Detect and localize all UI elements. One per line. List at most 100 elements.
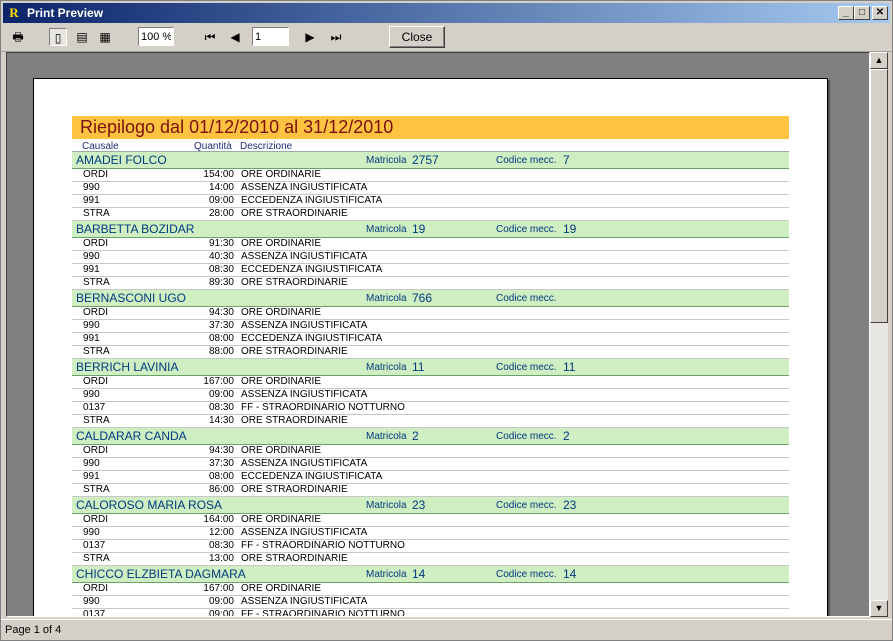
- matricola-value: 11: [412, 360, 425, 374]
- scroll-thumb[interactable]: [870, 69, 888, 323]
- last-page-button[interactable]: ⏭: [327, 28, 345, 46]
- employee-name: BERRICH LAVINIA: [76, 360, 179, 374]
- next-icon: ▶: [305, 30, 315, 44]
- status-bar: Page 1 of 4: [1, 619, 892, 640]
- causale-cell: STRA: [83, 346, 110, 357]
- codice-label: Codice mecc.: [496, 569, 557, 580]
- causale-cell: 990: [83, 182, 100, 193]
- table-row: 991 08:00 ECCEDENZA INGIUSTIFICATA: [72, 471, 789, 484]
- matricola-value: 2: [412, 429, 419, 443]
- table-row: ORDI 164:00 ORE ORDINARIE: [72, 514, 789, 527]
- title-bar[interactable]: R Print Preview _ □ ✕: [3, 3, 890, 23]
- close-button[interactable]: Close: [389, 26, 445, 48]
- descrizione-cell: ASSENZA INGIUSTIFICATA: [241, 527, 368, 538]
- table-row: 991 09:00 ECCEDENZA INGIUSTIFICATA: [72, 195, 789, 208]
- employee-name: CALDARAR CANDA: [76, 429, 187, 443]
- codice-label: Codice mecc.: [496, 293, 557, 304]
- page-status: Page 1 of 4: [5, 624, 62, 636]
- descrizione-cell: ORE ORDINARIE: [241, 238, 322, 249]
- minimize-button[interactable]: _: [838, 6, 854, 20]
- preview-viewport[interactable]: Riepilogo dal 01/12/2010 al 31/12/2010 C…: [6, 52, 870, 617]
- matricola-label: Matricola: [366, 155, 407, 166]
- matricola-value: 2757: [412, 153, 439, 167]
- table-row: 990 14:00 ASSENZA INGIUSTIFICATA: [72, 182, 789, 195]
- employee-header: CALDARAR CANDA Matricola 2 Codice mecc. 2: [72, 428, 789, 445]
- two-page-icon: ▤: [76, 30, 88, 44]
- descrizione-cell: ECCEDENZA INGIUSTIFICATA: [241, 333, 383, 344]
- descrizione-cell: ASSENZA INGIUSTIFICATA: [241, 251, 368, 262]
- two-page-view-button[interactable]: ▤: [73, 28, 91, 46]
- codice-value: 2: [563, 429, 570, 443]
- table-row: ORDI 154:00 ORE ORDINARIE: [72, 169, 789, 182]
- scroll-up-button[interactable]: ▲: [870, 52, 888, 69]
- codice-value: 11: [563, 360, 576, 374]
- maximize-button[interactable]: □: [854, 6, 870, 20]
- quantita-cell: 13:00: [208, 553, 234, 564]
- first-page-button[interactable]: ⏮: [201, 28, 219, 46]
- matricola-label: Matricola: [366, 293, 407, 304]
- toolbar: 🖶 ▯ ▤ ▦ ⏮ ◀ ▶ ⏭ Close: [1, 24, 892, 52]
- close-window-button[interactable]: ✕: [872, 6, 888, 20]
- quantita-cell: 94:30: [208, 307, 234, 318]
- quantita-cell: 88:00: [208, 346, 234, 357]
- codice-label: Codice mecc.: [496, 431, 557, 442]
- table-row: 0137 09:00 FF - STRAORDINARIO NOTTURNO: [72, 609, 789, 616]
- previous-page-button[interactable]: ◀: [226, 28, 244, 46]
- table-row: STRA 88:00 ORE STRAORDINARIE: [72, 346, 789, 359]
- next-page-button[interactable]: ▶: [301, 28, 319, 46]
- causale-cell: 991: [83, 333, 100, 344]
- matricola-label: Matricola: [366, 224, 407, 235]
- descrizione-cell: ECCEDENZA INGIUSTIFICATA: [241, 471, 383, 482]
- quantita-cell: 28:00: [208, 208, 234, 219]
- previous-icon: ◀: [230, 30, 240, 44]
- causale-cell: ORDI: [83, 238, 108, 249]
- employee-name: BARBETTA BOZIDAR: [76, 222, 195, 236]
- descrizione-cell: ORE STRAORDINARIE: [241, 346, 348, 357]
- causale-cell: 990: [83, 527, 100, 538]
- vertical-scrollbar[interactable]: ▲ ▼: [870, 52, 888, 617]
- causale-cell: STRA: [83, 277, 110, 288]
- page-number-input[interactable]: [252, 27, 289, 46]
- quantita-cell: 14:00: [208, 182, 234, 193]
- quantita-cell: 08:30: [208, 402, 234, 413]
- table-row: ORDI 91:30 ORE ORDINARIE: [72, 238, 789, 251]
- descrizione-cell: ORE STRAORDINARIE: [241, 484, 348, 495]
- employee-name: AMADEI FOLCO: [76, 153, 167, 167]
- multi-page-icon: ▦: [99, 30, 111, 44]
- codice-value: 14: [563, 567, 577, 581]
- quantita-cell: 167:00: [203, 583, 234, 594]
- descrizione-cell: ECCEDENZA INGIUSTIFICATA: [241, 195, 383, 206]
- descrizione-cell: ORE STRAORDINARIE: [241, 208, 348, 219]
- quantita-cell: 89:30: [208, 277, 234, 288]
- table-row: 990 09:00 ASSENZA INGIUSTIFICATA: [72, 389, 789, 402]
- table-row: 990 12:00 ASSENZA INGIUSTIFICATA: [72, 527, 789, 540]
- descrizione-cell: ORE STRAORDINARIE: [241, 415, 348, 426]
- multi-page-view-button[interactable]: ▦: [96, 28, 114, 46]
- causale-cell: ORDI: [83, 445, 108, 456]
- descrizione-cell: ASSENZA INGIUSTIFICATA: [241, 596, 368, 607]
- quantita-cell: 86:00: [208, 484, 234, 495]
- arrow-up-icon: ▲: [874, 55, 884, 65]
- arrow-down-icon: ▼: [874, 603, 884, 613]
- descrizione-cell: ORE ORDINARIE: [241, 169, 322, 180]
- single-page-view-button[interactable]: ▯: [49, 28, 67, 46]
- employee-header: BARBETTA BOZIDAR Matricola 19 Codice mecc. 1…: [72, 221, 789, 238]
- causale-cell: STRA: [83, 484, 110, 495]
- table-row: 990 37:30 ASSENZA INGIUSTIFICATA: [72, 458, 789, 471]
- causale-cell: ORDI: [83, 514, 108, 525]
- print-button[interactable]: 🖶: [9, 28, 27, 46]
- window-title: Print Preview: [27, 6, 104, 20]
- quantita-cell: 08:30: [208, 540, 234, 551]
- scroll-down-button[interactable]: ▼: [870, 600, 888, 617]
- maximize-icon: □: [858, 7, 866, 18]
- zoom-input[interactable]: [138, 27, 174, 46]
- quantita-cell: 08:00: [208, 471, 234, 482]
- causale-cell: 990: [83, 320, 100, 331]
- table-row: 0137 08:30 FF - STRAORDINARIO NOTTURNO: [72, 402, 789, 415]
- table-row: ORDI 167:00 ORE ORDINARIE: [72, 376, 789, 389]
- causale-cell: ORDI: [83, 583, 108, 594]
- causale-cell: ORDI: [83, 376, 108, 387]
- causale-cell: STRA: [83, 553, 110, 564]
- quantita-cell: 94:30: [208, 445, 234, 456]
- codice-value: 19: [563, 222, 577, 236]
